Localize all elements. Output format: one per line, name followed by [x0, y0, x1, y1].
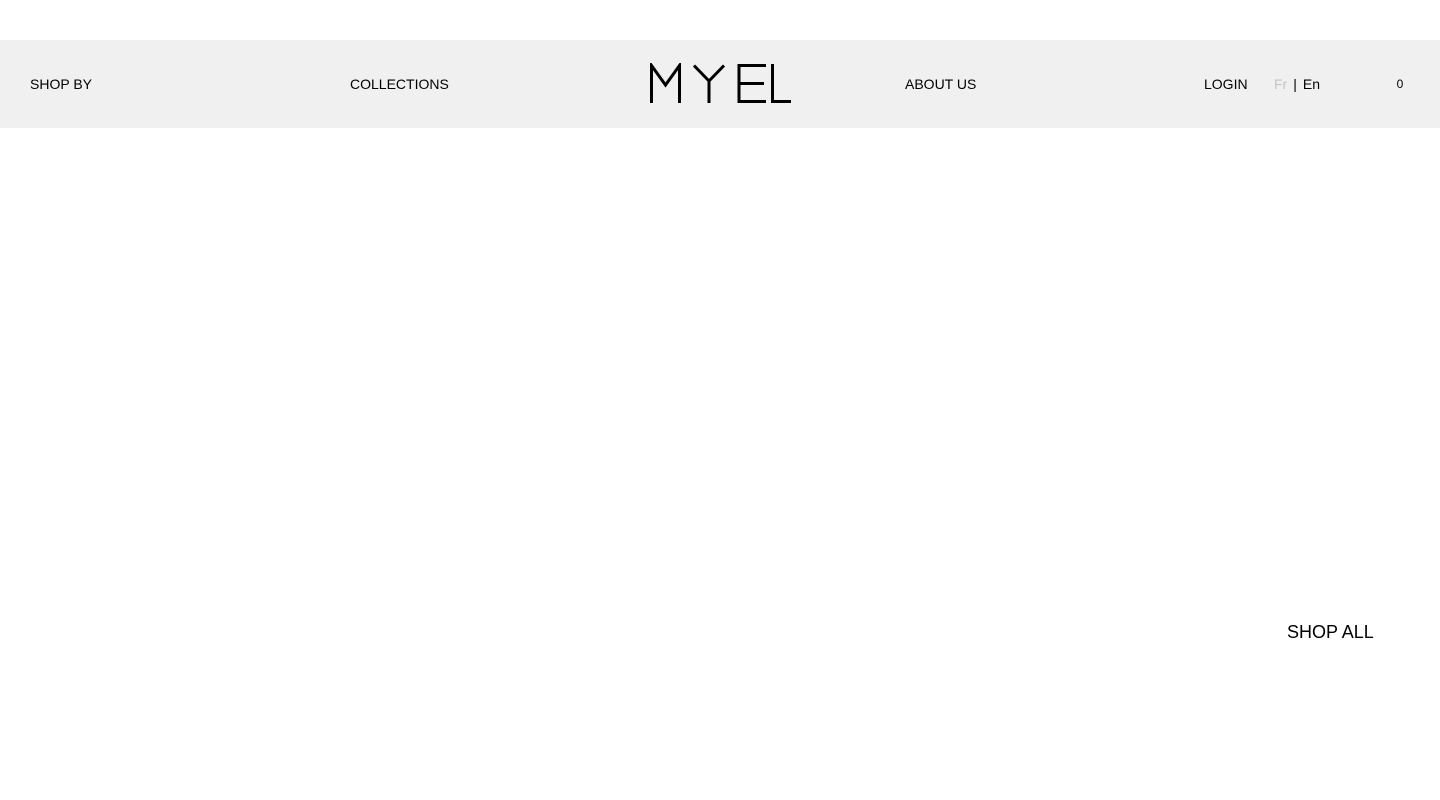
- nav-about-us[interactable]: ABOUT US: [905, 40, 976, 128]
- nav-shop-by[interactable]: SHOP BY: [30, 40, 92, 128]
- nav-collections[interactable]: COLLECTIONS: [350, 40, 449, 128]
- top-strip: [0, 0, 1440, 40]
- brand-logo[interactable]: [648, 60, 792, 105]
- login-link[interactable]: LOGIN: [1204, 40, 1248, 128]
- hero-section: SHOP ALL: [0, 128, 1440, 800]
- page: SHOP BY COLLECTIONS ABOUT US LOGIN Fr | …: [0, 0, 1440, 800]
- logo-wordmark-icon: [650, 60, 791, 103]
- shop-all-link[interactable]: SHOP ALL: [1287, 622, 1374, 643]
- language-fr[interactable]: Fr: [1274, 76, 1287, 92]
- language-en[interactable]: En: [1303, 76, 1320, 92]
- language-switcher: Fr | En: [1274, 40, 1320, 128]
- cart-count[interactable]: 0: [1390, 40, 1410, 128]
- language-separator: |: [1293, 76, 1297, 92]
- site-header: SHOP BY COLLECTIONS ABOUT US LOGIN Fr | …: [0, 40, 1440, 128]
